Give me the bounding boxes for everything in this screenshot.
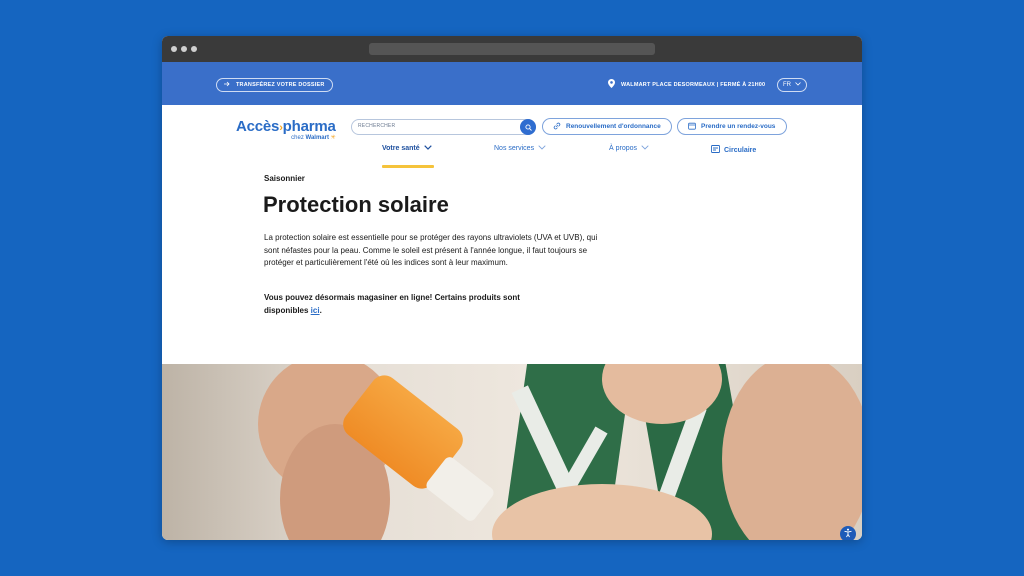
nav-item-a-propos[interactable]: À propos — [609, 145, 649, 152]
window-dot[interactable] — [181, 46, 187, 52]
search-bar[interactable]: RECHERCHER — [351, 119, 536, 135]
accessibility-button[interactable] — [840, 526, 856, 540]
utility-bar: TRANSFÉREZ VOTRE DOSSIER WALMART PLACE D… — [162, 62, 862, 105]
shop-online-paragraph: Vous pouvez désormais magasiner en ligne… — [264, 292, 564, 317]
store-label: WALMART PLACE DESORMEAUX | FERMÉ À 21H00 — [621, 81, 766, 88]
accessibility-icon — [843, 525, 853, 540]
nav-label: Nos services — [494, 145, 535, 152]
logo-wordmark: Accès›pharma — [236, 118, 336, 135]
transfer-file-button[interactable]: TRANSFÉREZ VOTRE DOSSIER — [216, 78, 333, 92]
site-header: Accès›pharma chez Walmart ✳ RECHERCHER R… — [162, 105, 862, 175]
chevron-down-icon — [423, 145, 432, 152]
chevron-down-icon — [641, 145, 649, 152]
page-title: Protection solaire — [263, 192, 449, 217]
location-pin-icon — [608, 79, 615, 90]
nav-item-nos-services[interactable]: Nos services — [494, 145, 546, 152]
prescription-renewal-button[interactable]: Renouvellement d'ordonnance — [542, 118, 672, 135]
window-dot[interactable] — [171, 46, 177, 52]
arrow-right-icon — [224, 81, 231, 89]
address-bar[interactable] — [369, 43, 655, 55]
browser-chrome — [162, 36, 862, 62]
window-dot[interactable] — [191, 46, 197, 52]
transfer-file-label: TRANSFÉREZ VOTRE DOSSIER — [236, 82, 325, 88]
link-icon — [553, 122, 561, 132]
nav-label: Circulaire — [724, 146, 757, 154]
logo-part1: Accès — [236, 118, 280, 135]
nav-label: À propos — [609, 145, 638, 152]
language-label: FR — [783, 82, 791, 88]
hero-image — [162, 364, 862, 540]
section-eyebrow: Saisonnier — [264, 174, 305, 183]
store-info[interactable]: WALMART PLACE DESORMEAUX | FERMÉ À 21H00 — [608, 79, 765, 90]
search-input[interactable]: RECHERCHER — [358, 123, 395, 129]
intro-paragraph: La protection solaire est essentielle po… — [264, 233, 598, 267]
nav-label: Votre santé — [382, 145, 420, 152]
shop-online-text: Vous pouvez désormais magasiner en ligne… — [264, 293, 520, 315]
book-appointment-label: Prendre un rendez-vous — [701, 123, 776, 130]
flyer-icon — [711, 145, 720, 155]
chevron-down-icon — [795, 82, 801, 88]
prescription-renewal-label: Renouvellement d'ordonnance — [566, 123, 661, 130]
active-nav-indicator — [382, 165, 434, 168]
language-selector[interactable]: FR — [777, 78, 807, 92]
logo-part2: pharma — [282, 118, 336, 135]
shop-online-end: . — [319, 305, 322, 315]
book-appointment-button[interactable]: Prendre un rendez-vous — [677, 118, 787, 135]
logo-subtitle: chez Walmart ✳ — [236, 134, 336, 141]
nav-item-circulaire[interactable]: Circulaire — [711, 145, 756, 155]
search-button[interactable] — [520, 119, 536, 135]
logo-sub-prefix: chez — [291, 135, 304, 141]
main-content: Saisonnier Protection solaire La protect… — [162, 174, 862, 364]
accespharma-logo[interactable]: Accès›pharma chez Walmart ✳ — [236, 118, 336, 141]
nav-item-votre-sante[interactable]: Votre santé — [382, 145, 432, 152]
logo-sub-brand: Walmart — [305, 135, 329, 141]
browser-window: TRANSFÉREZ VOTRE DOSSIER WALMART PLACE D… — [162, 36, 862, 540]
calendar-icon — [688, 122, 696, 132]
search-icon — [524, 118, 532, 136]
window-controls — [171, 46, 197, 52]
walmart-spark-icon: ✳ — [330, 135, 336, 141]
chevron-down-icon — [538, 145, 546, 152]
shop-online-link[interactable]: ici — [311, 306, 320, 315]
shoulder-shape — [722, 364, 862, 540]
